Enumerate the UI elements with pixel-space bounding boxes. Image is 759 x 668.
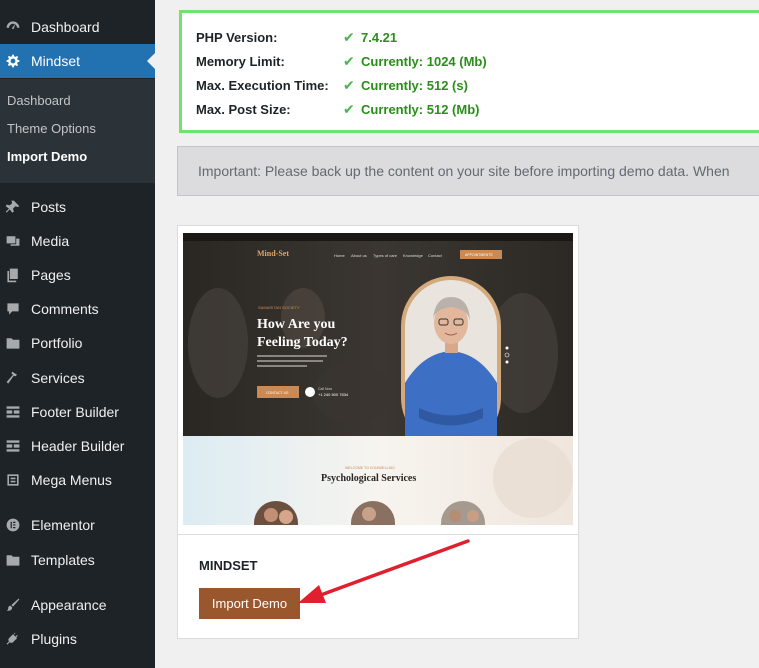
server-row-label: Memory Limit:: [196, 54, 285, 69]
sidebar-item-pages[interactable]: Pages: [0, 258, 155, 292]
sidebar-item-label: Media: [31, 233, 70, 249]
folder-icon: [5, 335, 21, 351]
preview-nav-about: About us: [351, 253, 367, 258]
import-demo-button[interactable]: Import Demo: [199, 588, 300, 619]
check-icon: ✔: [343, 29, 355, 45]
preview-cta: APPOINTMENTS: [465, 253, 493, 257]
sidebar-item-plugins[interactable]: Plugins: [0, 622, 155, 656]
preview-headline-2: Feeling Today?: [257, 335, 348, 350]
sidebar-item-elementor[interactable]: Elementor: [0, 508, 155, 542]
sidebar-item-label: Elementor: [31, 517, 95, 533]
preview-services-title: Psychological Services: [321, 473, 416, 484]
server-row-memory: Memory Limit: ✔ Currently: 1024 (Mb): [196, 53, 487, 70]
server-row-value: Currently: 512 (s): [361, 78, 468, 93]
sidebar-item-footer-builder[interactable]: Footer Builder: [0, 395, 155, 429]
sidebar-item-mega-menus[interactable]: Mega Menus: [0, 463, 155, 497]
sidebar-item-label: Mindset: [31, 53, 81, 69]
sidebar-item-label: Services: [31, 370, 85, 386]
sidebar-item-label: Templates: [31, 552, 95, 568]
sidebar-item-appearance[interactable]: Appearance: [0, 588, 155, 622]
sidebar-item-media[interactable]: Media: [0, 224, 155, 258]
sidebar-item-header-builder[interactable]: Header Builder: [0, 429, 155, 463]
server-row-php: PHP Version: ✔ 7.4.21: [196, 29, 397, 46]
sidebar-item-portfolio[interactable]: Portfolio: [0, 326, 155, 360]
media-icon: [5, 233, 21, 249]
sidebar-item-label: Portfolio: [31, 335, 83, 351]
card-divider: [178, 534, 578, 535]
check-icon: ✔: [343, 53, 355, 69]
server-row-post-size: Max. Post Size: ✔ Currently: 512 (Mb): [196, 101, 479, 118]
notice-text: Important: Please back up the content on…: [198, 163, 730, 179]
elementor-icon: [5, 517, 21, 533]
preview-nav-knowledge: Knowledge: [403, 253, 424, 258]
server-row-label: PHP Version:: [196, 30, 278, 45]
mindset-submenu: Dashboard Theme Options Import Demo: [0, 79, 155, 183]
dashboard-icon: [5, 19, 21, 35]
sidebar-item-label: Dashboard: [31, 19, 100, 35]
server-row-execution: Max. Execution Time: ✔ Currently: 512 (s…: [196, 77, 468, 94]
sidebar-item-services[interactable]: Services: [0, 361, 155, 395]
sidebar-item-label: Comments: [31, 301, 99, 317]
server-row-value: Currently: 1024 (Mb): [361, 54, 487, 69]
hammer-icon: [5, 370, 21, 386]
preview-headline-1: How Are you: [257, 317, 336, 332]
admin-sidebar: Dashboard Mindset Dashboard Theme Option…: [0, 0, 155, 668]
preview-services-kicker: WELCOME TO COUNSELLING: [345, 466, 395, 470]
sidebar-item-mindset[interactable]: Mindset: [0, 44, 155, 78]
sidebar-item-posts[interactable]: Posts: [0, 190, 155, 224]
server-requirements-box: PHP Version: ✔ 7.4.21 Memory Limit: ✔ Cu…: [179, 10, 759, 133]
menu-icon: [5, 472, 21, 488]
comment-icon: [5, 301, 21, 317]
sidebar-item-dashboard[interactable]: Dashboard: [0, 10, 155, 44]
submenu-item-theme-options[interactable]: Theme Options: [7, 121, 96, 136]
preview-phone-label: Call Now: [318, 387, 332, 391]
server-row-value: 7.4.21: [361, 30, 398, 45]
plug-icon: [5, 631, 21, 647]
check-icon: ✔: [343, 101, 355, 117]
server-row-value: Currently: 512 (Mb): [361, 102, 480, 117]
preview-kicker: SAMARITAN SOCIETY: [258, 305, 300, 310]
preview-nav-types: Types of care: [373, 253, 398, 258]
preview-logo: Mind-Set: [257, 249, 289, 258]
sidebar-item-comments[interactable]: Comments: [0, 292, 155, 326]
sidebar-item-label: Plugins: [31, 631, 77, 647]
sidebar-item-label: Header Builder: [31, 438, 125, 454]
check-icon: ✔: [343, 77, 355, 93]
submenu-item-dashboard[interactable]: Dashboard: [7, 93, 71, 108]
sidebar-item-label: Posts: [31, 199, 67, 215]
sidebar-item-label: Appearance: [31, 597, 107, 613]
preview-nav-contact: Contact: [428, 253, 443, 258]
brush-icon: [5, 597, 21, 613]
gear-icon: [5, 53, 21, 69]
layout-icon: [5, 404, 21, 420]
demo-title: MINDSET: [199, 558, 258, 573]
pin-icon: [5, 199, 21, 215]
layout-icon: [5, 438, 21, 454]
sidebar-item-label: Footer Builder: [31, 404, 119, 420]
server-row-label: Max. Post Size:: [196, 102, 291, 117]
demo-card: Mind-Set Home About us Types of care Kno…: [177, 225, 579, 639]
preview-nav-home: Home: [334, 253, 345, 258]
demo-preview-illustration: Mind-Set Home About us Types of care Kno…: [183, 233, 573, 525]
pages-icon: [5, 267, 21, 283]
submenu-item-import-demo[interactable]: Import Demo: [7, 149, 87, 164]
server-row-label: Max. Execution Time:: [196, 78, 329, 93]
folder-icon: [5, 552, 21, 568]
backup-notice: Important: Please back up the content on…: [177, 146, 759, 196]
sidebar-item-label: Mega Menus: [31, 472, 112, 488]
preview-contact-button: CONTACT US: [266, 391, 289, 395]
sidebar-item-label: Pages: [31, 267, 71, 283]
preview-phone: +1 240 500 7834: [318, 392, 349, 397]
demo-preview-image[interactable]: Mind-Set Home About us Types of care Kno…: [183, 233, 573, 525]
sidebar-item-templates[interactable]: Templates: [0, 543, 155, 577]
